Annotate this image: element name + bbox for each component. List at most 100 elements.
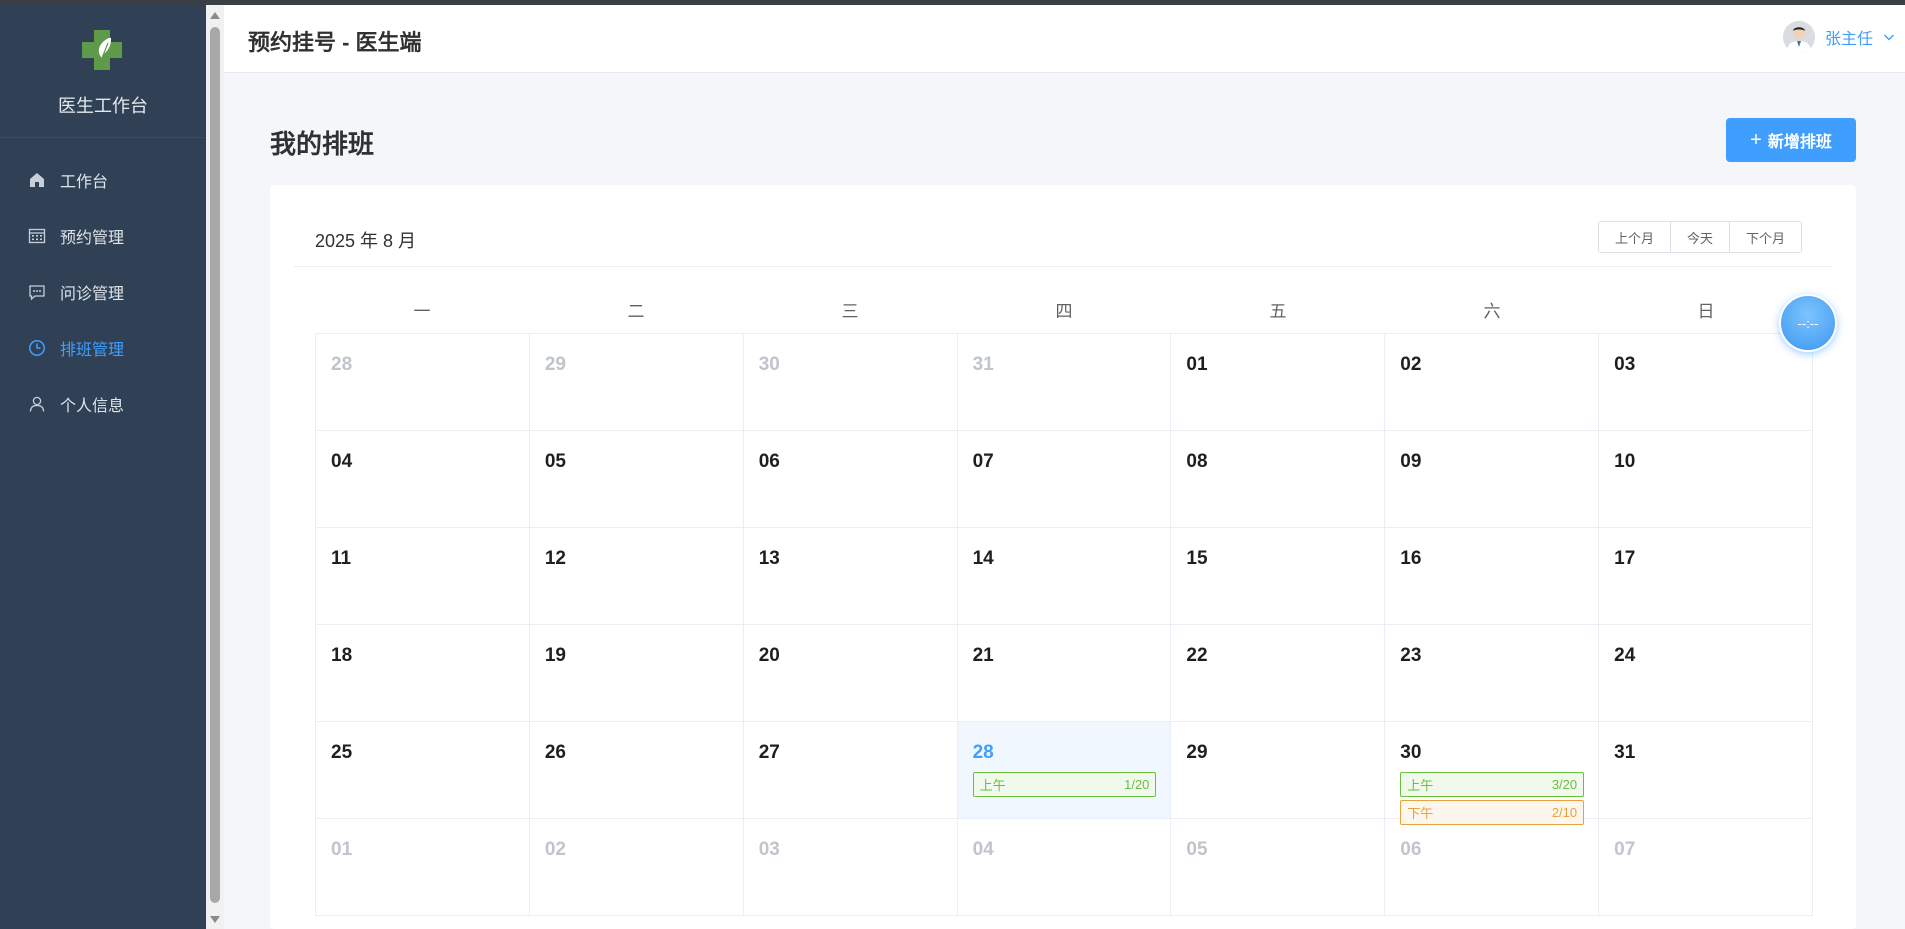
calendar-day-number: 29 [544,354,566,375]
add-schedule-button[interactable]: + 新增排班 [1726,118,1856,162]
calendar-day-cell[interactable]: 21 [957,625,1172,722]
calendar-day-cell[interactable]: 06 [1385,819,1600,916]
avatar[interactable] [1782,21,1815,53]
calendar-day-number: 12 [544,548,566,569]
calendar-day-number: 11 [331,548,352,569]
slot-label: 上午 [979,778,1006,793]
calendar-day-cell[interactable]: 05 [1171,819,1386,916]
calendar-day-cell[interactable]: 15 [1171,528,1386,625]
calendar-day-cell[interactable]: 01 [316,819,530,916]
calendar-day-number: 16 [1400,548,1422,569]
calendar-day-number: 28 [972,742,994,763]
sidebar-item-schedule[interactable]: 排班管理 [0,320,206,376]
calendar-day-cell[interactable]: 04 [957,819,1172,916]
calendar-day-cell[interactable]: 30 上午 3/20 下午 2/10 [1385,722,1600,825]
calendar-day-cell[interactable]: 09 [1385,431,1600,528]
calendar-day-number: 03 [1614,354,1636,375]
calendar-day-number: 02 [544,839,566,860]
calendar-day-cell[interactable]: 11 [316,528,530,625]
calendar-day-cell[interactable]: 06 [743,431,958,528]
today-button[interactable]: 今天 [1671,222,1731,252]
weekday-label: 三 [841,302,859,321]
calendar-day-cell[interactable]: 07 [1599,819,1813,916]
vertical-scrollbar[interactable] [206,5,224,929]
calendar-day-cell[interactable]: 31 [957,334,1172,431]
calendar-day-cell[interactable]: 27 [743,722,958,819]
sidebar-title: 医生工作台 [58,96,148,116]
scroll-up-arrow-icon[interactable] [210,12,220,19]
calendar-day-cell[interactable]: 18 [316,625,530,722]
calendar-day-cell[interactable]: 07 [957,431,1172,528]
calendar-day-cell[interactable]: 25 [316,722,530,819]
calendar-day-number: 19 [544,645,566,666]
page-title: 我的排班 [270,129,375,159]
prev-month-button[interactable]: 上个月 [1599,222,1672,252]
calendar-day-number: 04 [331,451,353,472]
calendar-day-cell[interactable]: 22 [1171,625,1386,722]
calendar-day-number: 31 [1614,742,1636,763]
schedule-slot-morning[interactable]: 上午 1/20 [972,772,1157,797]
calendar-day-cell[interactable]: 05 [529,431,744,528]
next-month-button[interactable]: 下个月 [1730,222,1802,252]
chevron-down-icon[interactable] [1883,31,1895,43]
user-name[interactable]: 张主任 [1825,25,1873,49]
calendar-day-cell[interactable]: 12 [529,528,744,625]
calendar-day-cell[interactable]: 23 [1385,625,1600,722]
calendar-day-cell[interactable]: 19 [529,625,744,722]
calendar-icon [28,227,46,245]
calendar-day-cell[interactable]: 16 [1385,528,1600,625]
calendar-day-number: 24 [1614,645,1636,666]
medical-cross-icon [82,30,122,70]
calendar-day-cell[interactable]: 30 [743,334,958,431]
calendar-day-cell[interactable]: 10 [1599,431,1813,528]
floating-clock-text: --:-- [1797,315,1819,331]
calendar-day-cell[interactable]: 28 上午 1/20 [957,722,1172,819]
slot-count: 2/10 [1551,805,1578,820]
calendar-day-cell[interactable]: 04 [316,431,530,528]
calendar-day-cell[interactable]: 02 [1385,334,1600,431]
calendar-day-cell[interactable]: 26 [529,722,744,819]
header-title: 预约挂号 - 医生端 [248,30,422,55]
calendar-day-cell[interactable]: 03 [1599,334,1813,431]
sidebar-item-appointments[interactable]: 预约管理 [0,208,206,264]
calendar-day-cell[interactable]: 29 [1171,722,1386,819]
calendar-day-cell[interactable]: 31 [1599,722,1813,819]
chat-icon [28,283,46,301]
calendar-day-cell[interactable]: 14 [957,528,1172,625]
calendar-day-cell[interactable]: 29 [529,334,744,431]
calendar-day-number: 04 [972,839,994,860]
calendar-day-number: 03 [758,839,780,860]
calendar-day-cell[interactable]: 03 [743,819,958,916]
scroll-down-arrow-icon[interactable] [210,916,220,923]
plus-icon: + [1750,128,1762,151]
sidebar-item-consultations[interactable]: 问诊管理 [0,264,206,320]
calendar-day-cell[interactable]: 24 [1599,625,1813,722]
sidebar-item-profile[interactable]: 个人信息 [0,376,206,432]
calendar-grid: 28 29 30 31 01 02 03 04 05 06 07 08 09 10 11 12 13 14 15 16… [315,333,1813,916]
calendar-day-number: 05 [1186,839,1208,860]
calendar-day-cell[interactable]: 13 [743,528,958,625]
sidebar-item-label: 工作台 [60,174,109,191]
window-top-strip [0,0,1905,5]
calendar-day-number: 13 [758,548,780,569]
weekday-label: 二 [627,302,645,321]
calendar-day-cell[interactable]: 17 [1599,528,1813,625]
calendar-day-number: 02 [1400,354,1422,375]
calendar-day-cell[interactable]: 02 [529,819,744,916]
calendar-day-cell[interactable]: 01 [1171,334,1386,431]
calendar-day-number: 27 [758,742,780,763]
floating-clock-button[interactable]: --:-- [1779,294,1837,352]
calendar-day-cell[interactable]: 20 [743,625,958,722]
scrollbar-thumb[interactable] [210,27,220,903]
calendar-day-number: 09 [1400,451,1422,472]
calendar-day-cell[interactable]: 08 [1171,431,1386,528]
slot-label: 上午 [1407,778,1434,793]
schedule-slot-morning[interactable]: 上午 3/20 [1400,772,1585,797]
sidebar-item-workbench[interactable]: 工作台 [0,152,206,208]
top-header: 预约挂号 - 医生端 张主任 [224,5,1905,73]
user-menu[interactable]: 张主任 [1782,21,1895,53]
calendar-day-number: 18 [331,645,353,666]
calendar-day-cell[interactable]: 28 [316,334,530,431]
calendar-day-number: 01 [331,839,353,860]
calendar-day-number: 29 [1186,742,1208,763]
